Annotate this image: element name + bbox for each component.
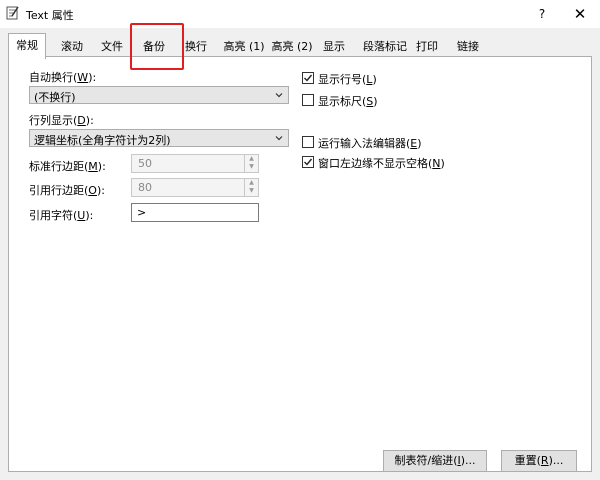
tab-highlight-2[interactable]: 高亮 (2): [269, 37, 315, 57]
quote-char-value: >: [137, 206, 147, 219]
title-bar: Text 属性 ? ✕: [0, 0, 600, 28]
reset-button[interactable]: 重置(R)...: [501, 450, 577, 472]
tabs-indent-button[interactable]: 制表符/缩进(I)...: [383, 450, 487, 472]
quote-margin-spin-buttons: ▲ ▼: [244, 179, 258, 196]
std-margin-stepper[interactable]: 50 ▲ ▼: [131, 154, 259, 173]
chevron-down-icon: [275, 93, 283, 98]
tab-file[interactable]: 文件: [94, 37, 130, 57]
quote-margin-value: 80: [138, 181, 152, 194]
rowcol-select[interactable]: 逻辑坐标(全角字符计为2列): [29, 129, 289, 147]
window-title: Text 属性: [26, 9, 74, 22]
checkmark-icon: [304, 74, 313, 82]
notepad-icon: [6, 6, 19, 20]
checkbox-label: 运行输入法编辑器(E): [318, 137, 422, 150]
help-button[interactable]: ?: [530, 2, 554, 26]
tab-general[interactable]: 常规: [8, 33, 46, 59]
tab-wrap[interactable]: 换行: [178, 37, 214, 57]
quote-margin-label: 引用行边距(O):: [29, 184, 105, 197]
checkbox-box[interactable]: [302, 72, 314, 84]
tab-highlight-1[interactable]: 高亮 (1): [221, 37, 267, 57]
chevron-down-icon: [275, 136, 283, 141]
tab-backup[interactable]: 备份: [136, 37, 172, 57]
checkbox-box[interactable]: [302, 94, 314, 106]
checkbox-label: 窗口左边缘不显示空格(N): [318, 157, 445, 170]
quote-char-label: 引用字符(U):: [29, 209, 94, 222]
spin-up-icon[interactable]: ▲: [245, 179, 258, 187]
spin-down-icon[interactable]: ▼: [245, 163, 258, 171]
wrap-select-value: (不换行): [34, 91, 76, 104]
checkbox-box[interactable]: [302, 136, 314, 148]
quote-char-input[interactable]: >: [131, 203, 259, 222]
checkbox-label: 显示行号(L): [318, 73, 377, 86]
tab-display[interactable]: 显示: [316, 37, 352, 57]
tab-scroll[interactable]: 滚动: [54, 37, 90, 57]
spin-up-icon[interactable]: ▲: [245, 155, 258, 163]
wrap-select[interactable]: (不换行): [29, 86, 289, 104]
std-margin-spin-buttons: ▲ ▼: [244, 155, 258, 172]
close-button[interactable]: ✕: [566, 2, 594, 26]
std-margin-label: 标准行边距(M):: [29, 160, 106, 173]
checkbox-label: 显示标尺(S): [318, 95, 378, 108]
tab-paragraph-marks[interactable]: 段落标记: [360, 37, 410, 57]
quote-margin-stepper[interactable]: 80 ▲ ▼: [131, 178, 259, 197]
wrap-label: 自动换行(W):: [29, 71, 97, 84]
checkbox-box[interactable]: [302, 156, 314, 168]
tab-print[interactable]: 打印: [410, 37, 444, 57]
spin-down-icon[interactable]: ▼: [245, 187, 258, 195]
rowcol-label: 行列显示(D):: [29, 114, 94, 127]
tab-strip: 常规 滚动 文件 备份 换行 高亮 (1) 高亮 (2) 显示 段落标记 打印 …: [8, 33, 592, 59]
tab-link[interactable]: 链接: [450, 37, 486, 57]
tab-panel-general: 自动换行(W): (不换行) 行列显示(D): 逻辑坐标(全角字符计为2列) 标…: [8, 56, 592, 472]
std-margin-value: 50: [138, 157, 152, 170]
rowcol-select-value: 逻辑坐标(全角字符计为2列): [34, 134, 171, 147]
checkmark-icon: [304, 158, 313, 166]
